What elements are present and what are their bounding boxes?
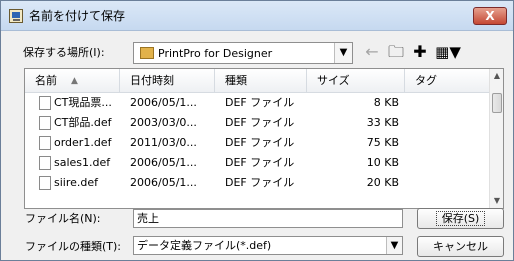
- file-row[interactable]: CT現品票... 2006/05/1... DEF ファイル 8 KB: [25, 93, 491, 113]
- save-as-dialog: 名前を付けて保存 X 保存する場所(I): PrintPro for Desig…: [0, 0, 514, 261]
- file-name: CT現品票...: [54, 96, 112, 109]
- file-icon: [39, 136, 51, 150]
- file-name-input[interactable]: 売上: [133, 209, 403, 228]
- column-header-tag[interactable]: タグ: [405, 69, 491, 93]
- save-location-combo[interactable]: PrintPro for Designer ▼: [133, 42, 353, 64]
- column-header-name[interactable]: 名前 ▲: [25, 69, 120, 93]
- sort-ascending-icon: ▲: [71, 76, 78, 86]
- file-date: 2006/05/1...: [130, 176, 197, 189]
- column-header-type[interactable]: 種類: [215, 69, 307, 93]
- view-menu-icon[interactable]: ▦▼: [433, 41, 463, 63]
- file-size: 8 KB: [373, 96, 399, 109]
- file-row[interactable]: sales1.def 2006/05/1... DEF ファイル 10 KB: [25, 153, 491, 173]
- file-name-label: ファイル名(N):: [25, 212, 101, 225]
- file-date: 2006/05/1...: [130, 96, 197, 109]
- scroll-down-icon[interactable]: ▼: [490, 194, 503, 208]
- new-folder-icon[interactable]: ✚: [409, 41, 431, 63]
- save-button[interactable]: 保存(S): [417, 208, 504, 229]
- file-size: 10 KB: [366, 156, 399, 169]
- file-list[interactable]: 名前 ▲ 日付時刻 種類 サイズ タグ CT現品票... 2006/05/1..…: [24, 68, 504, 209]
- file-icon: [39, 176, 51, 190]
- save-button-label: 保存(S): [435, 211, 486, 226]
- folder-icon: [140, 47, 154, 59]
- window-title: 名前を付けて保存: [29, 9, 126, 23]
- file-icon: [39, 96, 51, 110]
- file-row[interactable]: order1.def 2011/03/0... DEF ファイル 75 KB: [25, 133, 491, 153]
- column-header-size[interactable]: サイズ: [307, 69, 405, 93]
- file-type-label: ファイルの種類(T):: [25, 240, 122, 253]
- file-icon: [39, 156, 51, 170]
- column-header-date[interactable]: 日付時刻: [120, 69, 215, 93]
- file-size: 20 KB: [366, 176, 399, 189]
- file-size: 33 KB: [366, 116, 399, 129]
- file-size: 75 KB: [366, 136, 399, 149]
- save-location-label: 保存する場所(I):: [23, 46, 105, 59]
- app-icon: [9, 9, 23, 23]
- chevron-down-icon[interactable]: ▼: [386, 237, 402, 254]
- file-name: order1.def: [54, 136, 112, 149]
- file-name: siire.def: [54, 176, 99, 189]
- file-row[interactable]: siire.def 2006/05/1... DEF ファイル 20 KB: [25, 173, 491, 193]
- title-bar[interactable]: 名前を付けて保存 X: [1, 1, 513, 31]
- file-type: DEF ファイル: [225, 156, 295, 169]
- file-icon: [39, 116, 51, 130]
- list-header: 名前 ▲ 日付時刻 種類 サイズ タグ: [25, 69, 491, 93]
- file-type: DEF ファイル: [225, 116, 295, 129]
- file-type: DEF ファイル: [225, 96, 295, 109]
- close-button[interactable]: X: [473, 7, 507, 25]
- file-type-value: データ定義ファイル(*.def): [137, 239, 272, 252]
- save-location-value: PrintPro for Designer: [158, 47, 273, 60]
- file-type: DEF ファイル: [225, 136, 295, 149]
- file-row[interactable]: CT部品.def 2003/03/0... DEF ファイル 33 KB: [25, 113, 491, 133]
- file-date: 2011/03/0...: [130, 136, 197, 149]
- back-arrow-icon[interactable]: ←: [361, 41, 383, 63]
- chevron-down-icon[interactable]: ▼: [334, 43, 352, 63]
- scroll-thumb[interactable]: [492, 93, 502, 113]
- vertical-scrollbar[interactable]: ▲ ▼: [489, 69, 503, 208]
- file-date: 2006/05/1...: [130, 156, 197, 169]
- file-type: DEF ファイル: [225, 176, 295, 189]
- file-date: 2003/03/0...: [130, 116, 197, 129]
- file-name: CT部品.def: [54, 116, 112, 129]
- up-folder-icon[interactable]: 🗀: [385, 41, 407, 63]
- scroll-up-icon[interactable]: ▲: [490, 69, 503, 83]
- file-type-select[interactable]: データ定義ファイル(*.def) ▼: [133, 236, 403, 255]
- file-name: sales1.def: [54, 156, 111, 169]
- cancel-button[interactable]: キャンセル: [417, 236, 504, 257]
